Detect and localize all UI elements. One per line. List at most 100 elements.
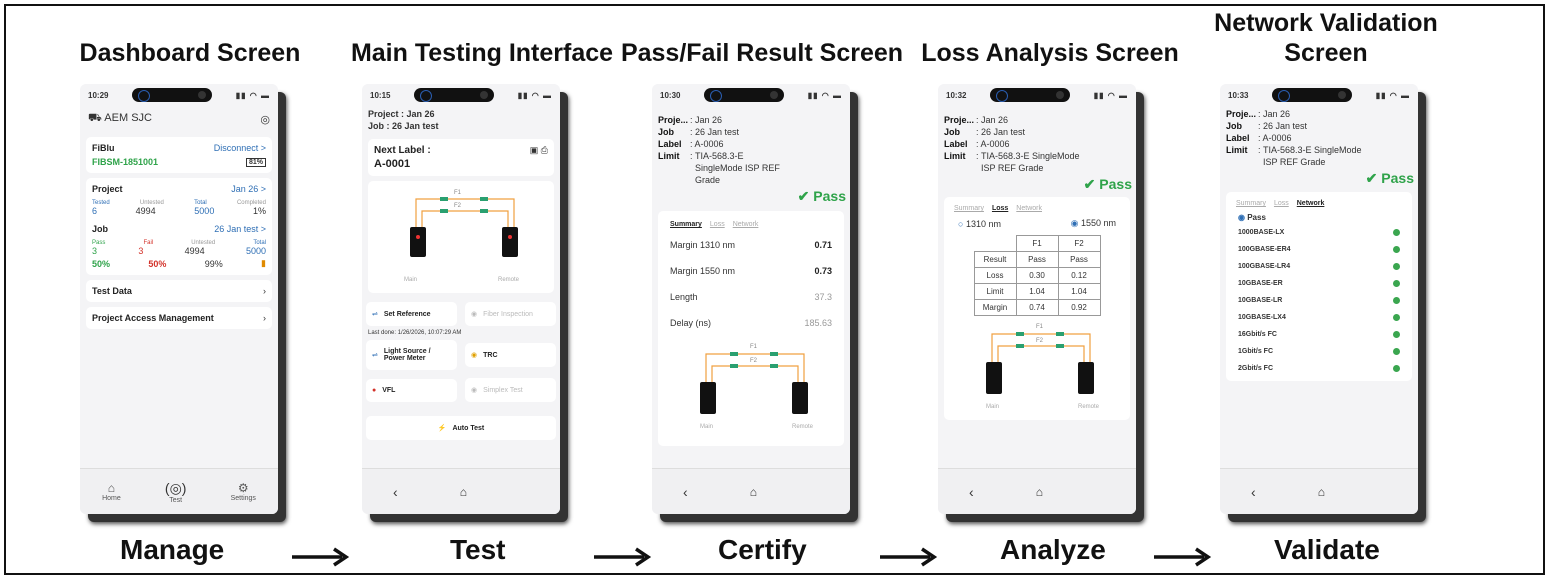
label-value: A-0001 <box>374 158 411 170</box>
tab-loss[interactable]: Loss <box>1274 200 1289 207</box>
phone-loss: 10:32 ▮▮ ◠ ▬ Proje...: Jan 26 Job: 26 Jan… <box>938 84 1136 514</box>
back-icon[interactable]: ‹ <box>1251 484 1256 500</box>
stage-title-2: Main Testing Interface <box>350 39 614 67</box>
profile-icon[interactable]: ◎ <box>260 113 270 126</box>
status-bar: 10:15 ▮▮ ◠ ▬ <box>362 84 560 106</box>
link-diagram: F1 F2 Main Remote <box>986 324 1100 410</box>
project-label: Project <box>92 184 123 194</box>
pass-radio[interactable]: ◉ Pass <box>1230 211 1408 224</box>
device-id: FIBSM-1851001 <box>92 157 159 167</box>
project-stats-values: 6 4994 5000 1% <box>92 206 266 216</box>
lspm-button[interactable]: ⇌ Light Source / Power Meter <box>366 340 457 370</box>
loss-info: Proje...: Jan 26 Job: 26 Jan test Label:… <box>944 115 1080 173</box>
home-icon[interactable]: ⌂ <box>1318 485 1325 499</box>
project-info: Project : Jan 26 Job : 26 Jan test <box>368 109 439 131</box>
list-item: 10GBASE-ER <box>1230 275 1408 292</box>
stage-foot-1: Manage <box>120 534 225 565</box>
status-bar: 10:29 ▮▮ ◠ ▬ <box>80 84 278 106</box>
bottom-nav: ‹ ⌂ <box>652 468 850 514</box>
check-icon: ✔ <box>797 188 810 204</box>
list-item: 1000BASE-LX <box>1230 224 1408 241</box>
access-management-item[interactable]: Project Access Management › <box>86 307 272 329</box>
tab-network[interactable]: Network <box>1016 205 1042 212</box>
stage-foot-4: Analyze <box>1000 534 1106 565</box>
home-icon[interactable]: ⌂ <box>1036 485 1043 499</box>
job-stats-values: 3 3 4994 5000 <box>92 246 266 256</box>
tab-network[interactable]: Network <box>733 221 759 228</box>
vfl-button[interactable]: ● VFL <box>366 378 457 402</box>
dynamic-island <box>132 88 213 102</box>
back-icon[interactable]: ‹ <box>393 484 398 500</box>
home-icon: ⌂ <box>107 481 116 495</box>
phone-dashboard: 10:29 ▮▮ ◠ ▬ ⛟ AEM SJC ◎ FiBlu Disconnect … <box>80 84 278 514</box>
pass-badge: ✔ Pass <box>1083 176 1132 192</box>
flow-arrow-1 <box>292 547 350 567</box>
simplex-test-button[interactable]: ◉ Simplex Test <box>465 378 556 402</box>
radio-1550[interactable]: ◉ 1550 nm <box>1071 218 1116 229</box>
tab-network[interactable]: Network <box>1297 200 1325 207</box>
trc-button[interactable]: ◉ TRC <box>465 343 556 367</box>
home-icon[interactable]: ⌂ <box>460 485 467 499</box>
clock: 10:29 <box>88 90 109 100</box>
flow-arrow-3 <box>880 547 938 567</box>
print-icon[interactable]: ▣ ⎙ <box>530 145 548 156</box>
org-name: AEM SJC <box>104 112 152 124</box>
loss-card: Summary Loss Network ○ 1310 nm ◉ 1550 nm F… <box>944 197 1130 420</box>
nav-home[interactable]: ⌂ Home <box>102 481 121 502</box>
list-item: 10GBASE-LX4 <box>1230 309 1408 326</box>
result-row: Margin 1310 nm 0.71 <box>670 240 832 250</box>
tab-loss[interactable]: Loss <box>710 221 725 228</box>
bottom-nav: ‹ ⌂ <box>362 468 560 514</box>
result-row: Delay (ns) 185.63 <box>670 318 832 328</box>
project-value[interactable]: Jan 26 > <box>231 184 266 194</box>
stage-foot-5: Validate <box>1274 534 1380 565</box>
back-icon[interactable]: ‹ <box>969 484 974 500</box>
car-icon: ⛟ <box>88 112 102 124</box>
fiber-inspection-button[interactable]: ◉ Fiber Inspection <box>465 302 556 326</box>
device-card[interactable]: FiBlu Disconnect > FIBSM-1851001 81% <box>86 137 272 173</box>
job-stats-pcts: 50% 50% 99% ▮ <box>92 258 266 269</box>
result-row: Length 37.3 <box>670 292 832 302</box>
nav-settings[interactable]: ⚙ Settings <box>231 481 256 502</box>
project-card[interactable]: Project Jan 26 > Tested Untested Total Compl… <box>86 178 272 275</box>
list-item: 100GBASE-ER4 <box>1230 241 1408 258</box>
battery-badge: 81% <box>245 157 266 167</box>
flow-arrow-4 <box>1154 547 1212 567</box>
job-value[interactable]: 26 Jan test > <box>214 224 266 234</box>
flow-arrow-2 <box>594 547 652 567</box>
stage-foot-3: Certify <box>718 534 807 565</box>
phone-result: 10:30 ▮▮ ◠ ▬ Proje...: Jan 26 Job: 26 Jan… <box>652 84 850 514</box>
pass-badge: ✔ Pass <box>797 188 846 204</box>
tab-summary[interactable]: Summary <box>954 205 984 212</box>
home-icon[interactable]: ⌂ <box>750 485 757 499</box>
job-label: Job <box>92 224 109 234</box>
bottom-nav: ‹ ⌂ <box>938 468 1136 514</box>
network-info: Proje...: Jan 26 Job: 26 Jan test Label:… <box>1226 109 1362 167</box>
tab-summary[interactable]: Summary <box>1236 200 1266 207</box>
link-diagram <box>410 197 518 257</box>
tab-summary[interactable]: Summary <box>670 221 702 228</box>
list-item: 1Gbit/s FC <box>1230 343 1408 360</box>
stage-title-4: Loss Analysis Screen <box>921 39 1179 67</box>
test-icon: (◎) <box>164 479 187 496</box>
auto-test-button[interactable]: ⚡ Auto Test <box>366 416 556 440</box>
test-data-item[interactable]: Test Data › <box>86 280 272 302</box>
list-item: 10GBASE-LR <box>1230 292 1408 309</box>
list-item: 2Gbit/s FC <box>1230 360 1408 377</box>
radio-1310[interactable]: ○ 1310 nm <box>958 219 1001 229</box>
result-row: Margin 1550 nm 0.73 <box>670 266 832 276</box>
device-name: FiBlu <box>92 143 115 153</box>
phone-testing: 10:15 ▮▮ ◠ ▬ Project : Jan 26 Job : 26 Jan… <box>362 84 560 514</box>
set-reference-button[interactable]: ⇌ Set Reference <box>366 302 457 326</box>
disconnect-button[interactable]: Disconnect > <box>214 143 266 153</box>
tab-loss[interactable]: Loss <box>992 205 1008 212</box>
stage-title-3: Pass/Fail Result Screen <box>620 39 904 67</box>
pass-badge: ✔ Pass <box>1365 170 1414 186</box>
bottom-nav: ⌂ Home (◎) Test ⚙ Settings <box>80 468 278 514</box>
nav-test[interactable]: (◎) Test <box>165 480 187 504</box>
back-icon[interactable]: ‹ <box>683 484 688 500</box>
label-card: Next Label : ▣ ⎙ A-0001 <box>368 139 554 176</box>
list-item: 100GBASE-LR4 <box>1230 258 1408 275</box>
org-header: ⛟ AEM SJC ◎ <box>80 106 278 132</box>
list-item: 16Gbit/s FC <box>1230 326 1408 343</box>
